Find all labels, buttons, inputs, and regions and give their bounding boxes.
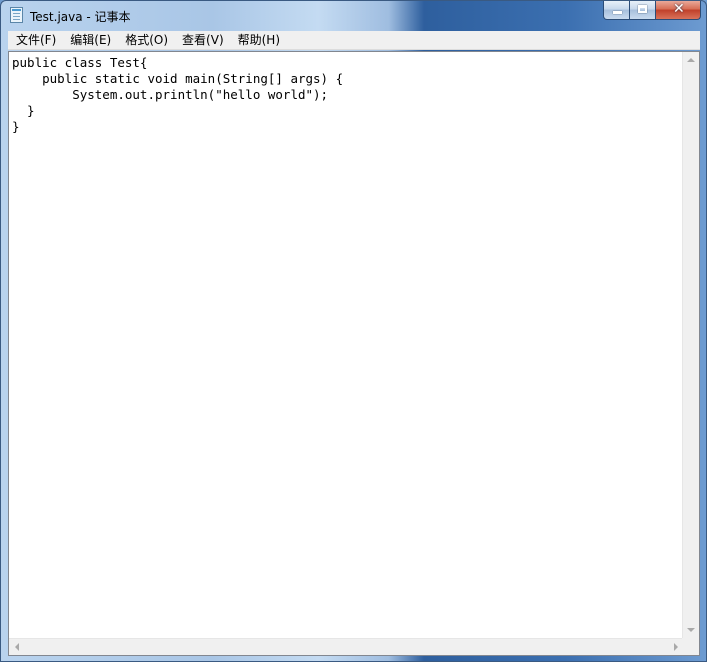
arrow-right-icon xyxy=(674,643,678,651)
scrollbar-corner xyxy=(682,638,699,655)
scroll-left-button[interactable] xyxy=(9,639,25,655)
arrow-down-icon xyxy=(687,628,695,632)
close-button[interactable]: ✕ xyxy=(656,1,701,20)
menu-file[interactable]: 文件(F) xyxy=(9,31,63,49)
arrow-up-icon xyxy=(687,58,695,62)
maximize-icon xyxy=(638,5,647,13)
menu-bar: 文件(F) 编辑(E) 格式(O) 查看(V) 帮助(H) xyxy=(8,31,700,50)
arrow-left-icon xyxy=(15,643,19,651)
client-area: public class Test{ public static void ma… xyxy=(8,51,700,656)
close-icon: ✕ xyxy=(673,1,685,17)
text-editor[interactable]: public class Test{ public static void ma… xyxy=(9,52,684,638)
scroll-down-button[interactable] xyxy=(683,622,699,638)
notepad-window: Test.java - 记事本 ✕ 文件(F) 编辑(E) 格式(O) 查看(V… xyxy=(0,0,707,662)
maximize-button[interactable] xyxy=(630,1,656,20)
minimize-button[interactable] xyxy=(603,1,630,20)
horizontal-scrollbar[interactable] xyxy=(9,638,684,655)
scroll-up-button[interactable] xyxy=(683,52,699,68)
caption-buttons: ✕ xyxy=(603,1,701,21)
vertical-scrollbar[interactable] xyxy=(682,52,699,638)
menu-edit[interactable]: 编辑(E) xyxy=(63,31,118,49)
menu-view[interactable]: 查看(V) xyxy=(175,31,231,49)
menu-help[interactable]: 帮助(H) xyxy=(231,31,287,49)
title-bar[interactable]: Test.java - 记事本 ✕ xyxy=(1,1,706,31)
menu-format[interactable]: 格式(O) xyxy=(118,31,175,49)
window-title: Test.java - 记事本 xyxy=(30,10,131,24)
editor-text[interactable]: public class Test{ public static void ma… xyxy=(9,52,684,135)
notepad-icon[interactable] xyxy=(10,7,23,23)
minimize-icon xyxy=(613,11,622,14)
